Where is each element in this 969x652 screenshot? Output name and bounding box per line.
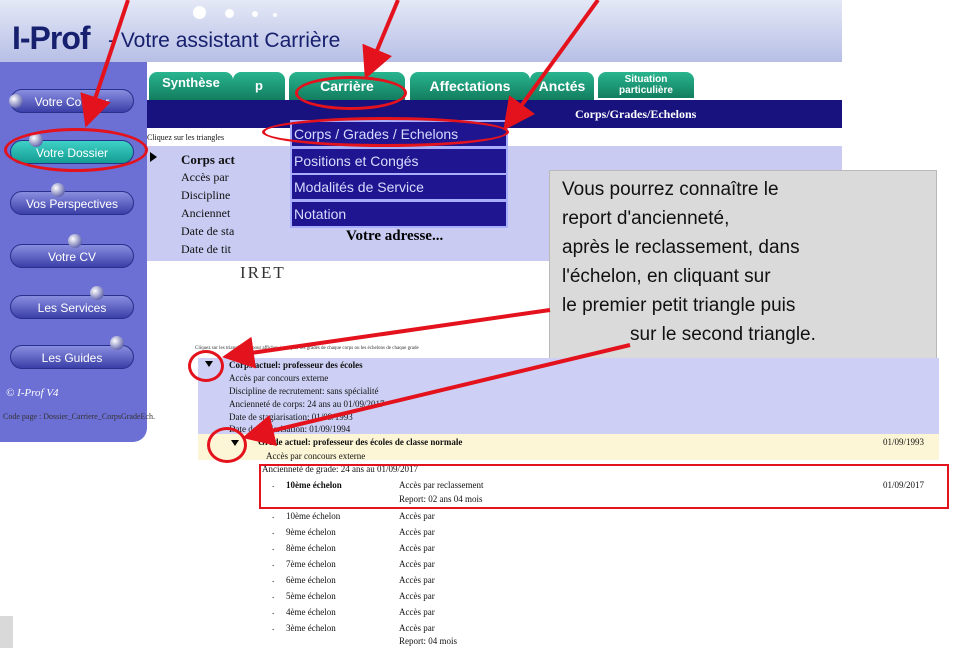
arrow-to-dossier bbox=[80, 0, 130, 128]
annotation-arrows bbox=[80, 0, 631, 446]
arrow-to-carriere bbox=[362, 0, 400, 80]
arrow-to-menu bbox=[503, 0, 600, 131]
arrow-to-triangle2 bbox=[242, 343, 631, 446]
arrow-to-triangle1 bbox=[222, 308, 551, 369]
